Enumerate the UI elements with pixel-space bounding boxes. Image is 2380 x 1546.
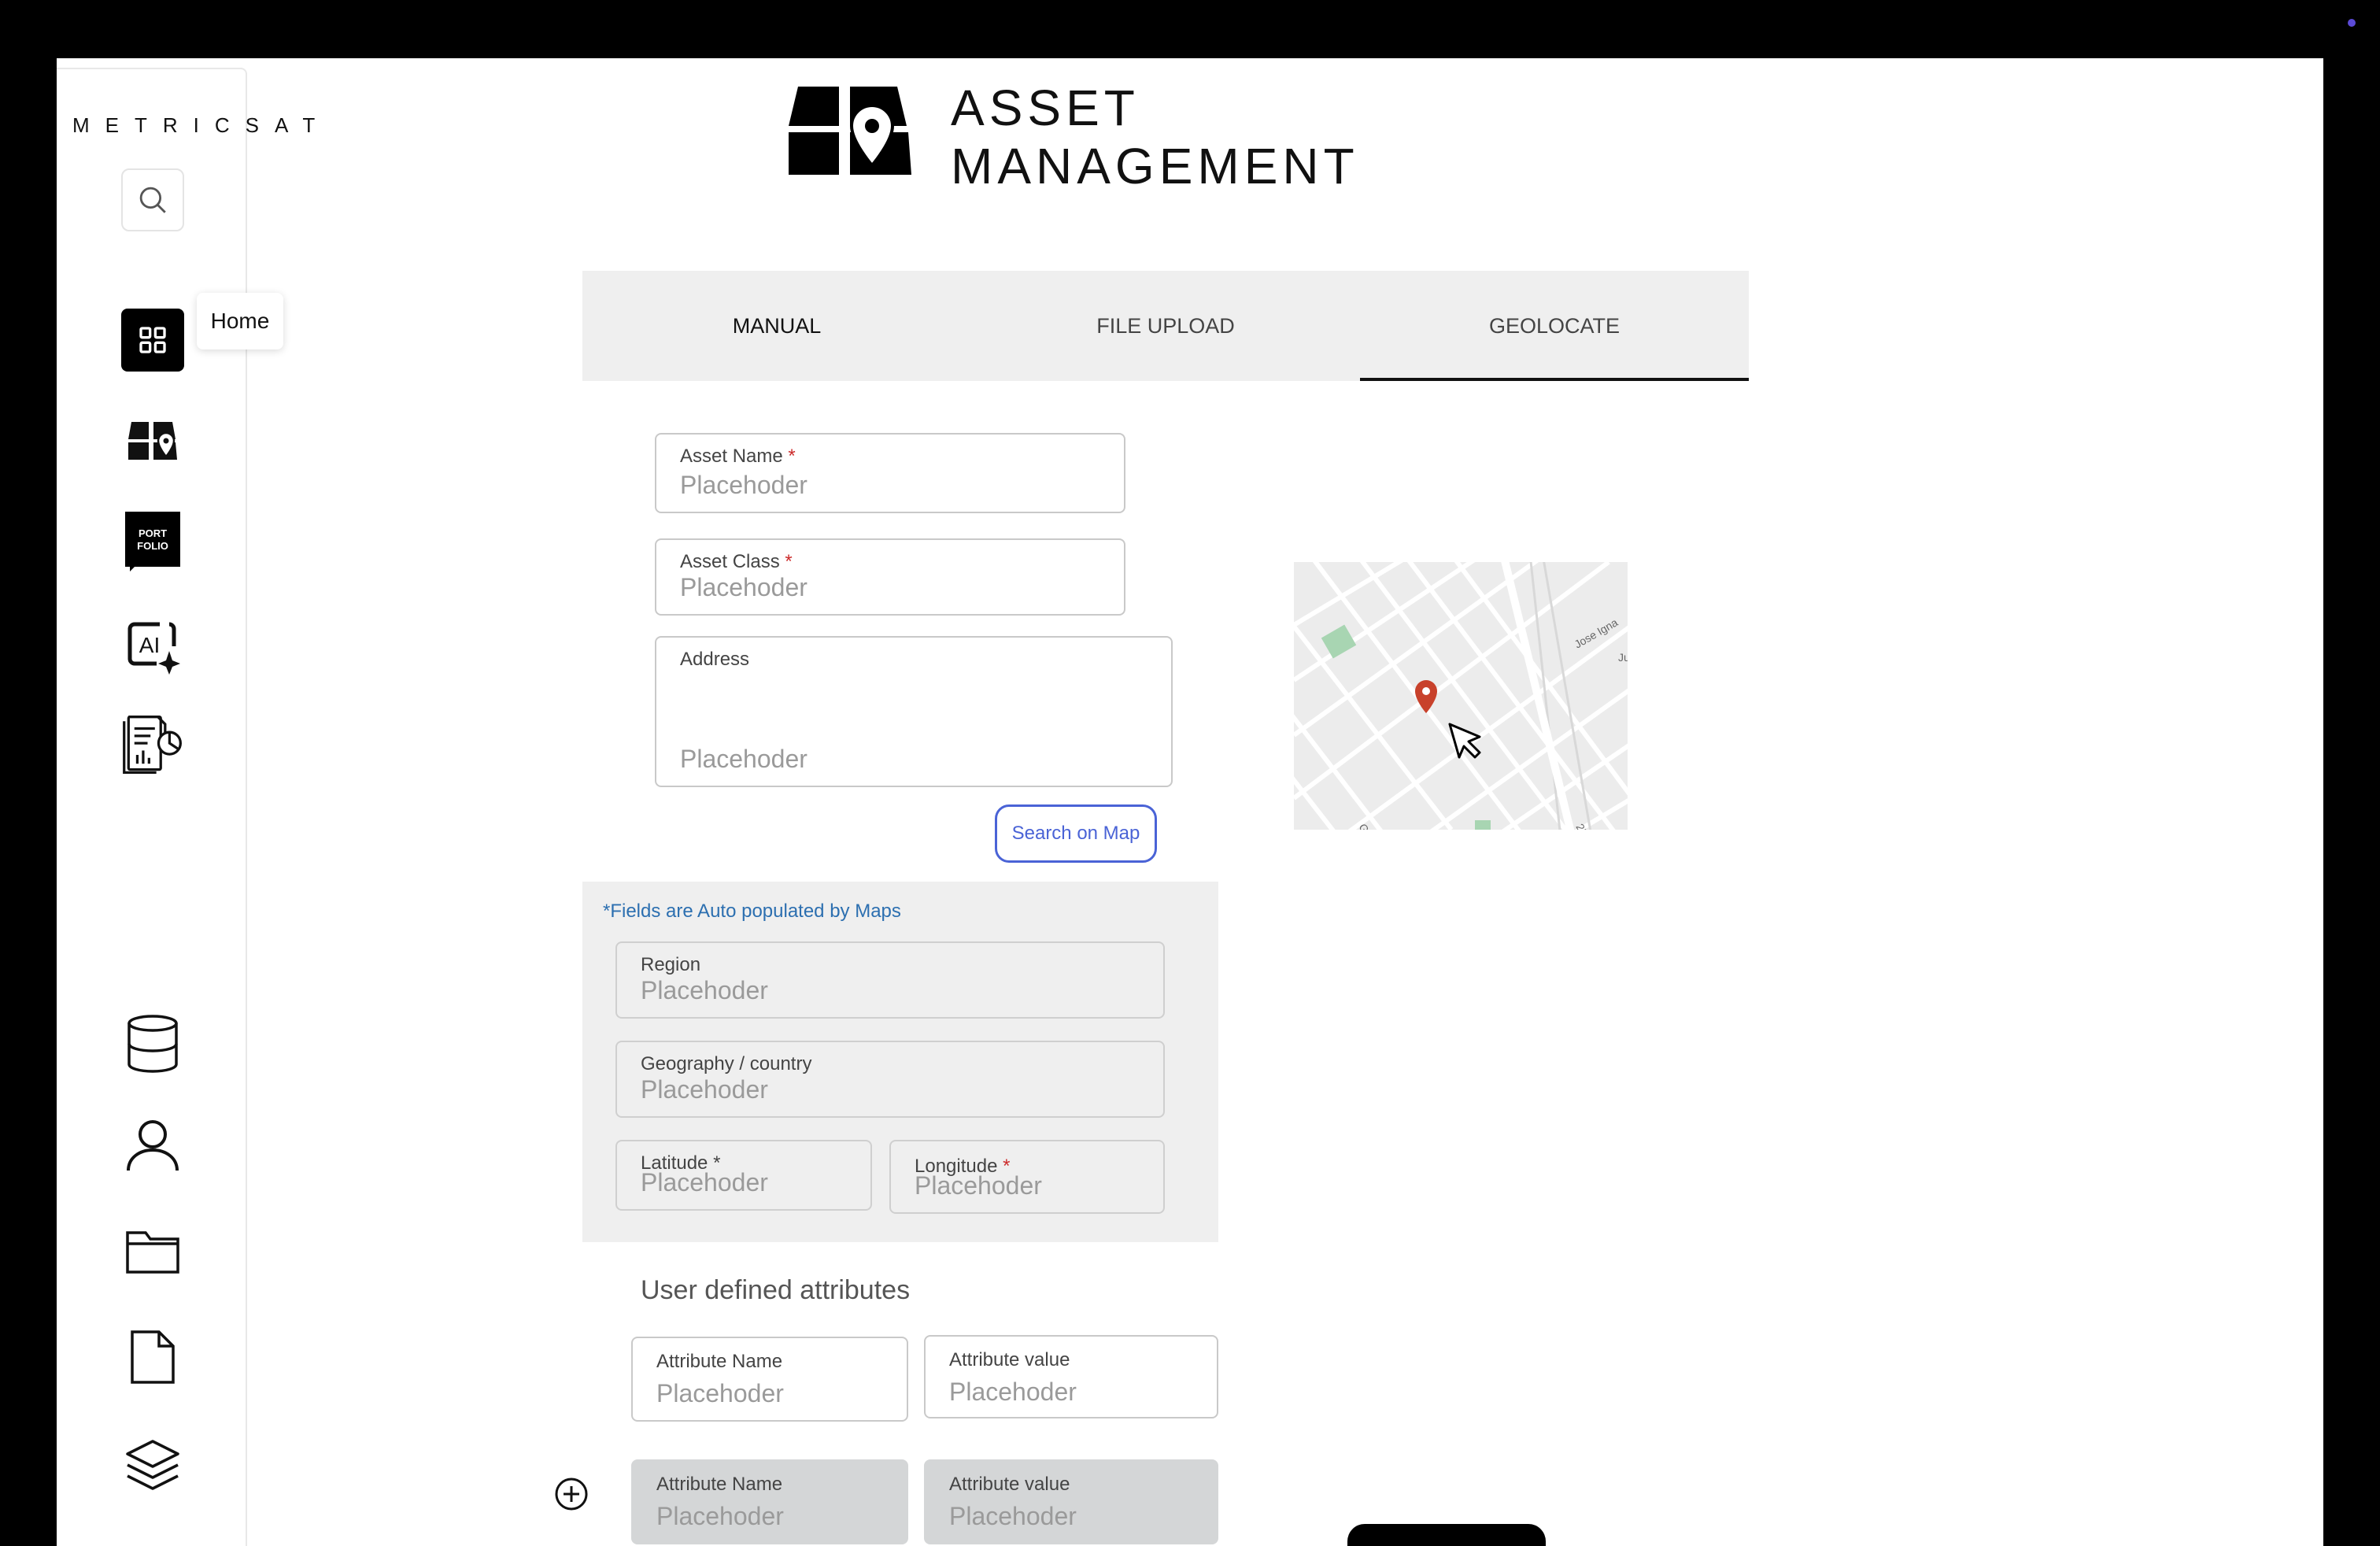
tab-geolocate[interactable]: GEOLOCATE — [1360, 271, 1749, 381]
sidebar-item-documents[interactable] — [121, 1326, 184, 1389]
attribute-value-field[interactable]: Attribute value Placehoder — [924, 1459, 1218, 1544]
sidebar-item-ai[interactable]: AI — [121, 616, 184, 679]
attribute-value-field[interactable]: Attribute value Placehoder — [924, 1335, 1218, 1418]
tab-file-upload[interactable]: FILE UPLOAD — [971, 271, 1360, 381]
attribute-name-placeholder: Placehoder — [656, 1379, 784, 1407]
tab-manual[interactable]: MANUAL — [582, 271, 971, 381]
home-tooltip: Home — [197, 293, 283, 350]
attribute-value-placeholder: Placehoder — [949, 1502, 1077, 1530]
asset-class-field[interactable]: Asset Class * Placehoder — [655, 538, 1125, 616]
tab-bar: MANUAL FILE UPLOAD GEOLOCATE — [582, 271, 1749, 381]
folder-icon — [126, 1231, 179, 1274]
auto-populated-note: *Fields are Auto populated by Maps — [603, 901, 901, 922]
asset-class-label: Asset Class * — [680, 551, 793, 572]
sidebar-item-reports[interactable] — [121, 713, 184, 776]
page-title: ASSET MANAGEMENT — [951, 79, 1359, 195]
longitude-placeholder: Placehoder — [915, 1171, 1042, 1200]
search-button[interactable] — [121, 168, 184, 231]
user-defined-attributes-heading: User defined attributes — [641, 1275, 911, 1305]
asset-map-icon — [789, 87, 911, 175]
layers-icon — [126, 1440, 179, 1490]
sidebar-item-users[interactable] — [121, 1113, 184, 1176]
ai-sparkle-icon: AI — [128, 622, 180, 675]
attribute-name-field[interactable]: Attribute Name Placehoder — [631, 1337, 908, 1422]
grid-icon — [139, 327, 166, 353]
add-attribute-button[interactable] — [554, 1477, 589, 1511]
attribute-name-placeholder: Placehoder — [656, 1502, 784, 1530]
database-icon — [128, 1015, 178, 1073]
address-label: Address — [680, 649, 750, 670]
address-field[interactable]: Address Placehoder — [655, 636, 1173, 787]
asset-class-placeholder: Placehoder — [680, 573, 808, 601]
attribute-value-placeholder: Placehoder — [949, 1378, 1077, 1406]
region-field[interactable]: Region Placehoder — [615, 941, 1165, 1019]
address-placeholder: Placehoder — [680, 745, 808, 773]
user-icon — [127, 1120, 179, 1171]
longitude-field[interactable]: Longitude * Placehoder — [889, 1140, 1165, 1214]
title-line-2: MANAGEMENT — [951, 138, 1359, 194]
svg-text:FOLIO: FOLIO — [137, 540, 168, 552]
geography-placeholder: Placehoder — [641, 1075, 768, 1104]
asset-name-label: Asset Name * — [680, 446, 796, 467]
latitude-field[interactable]: Latitude * Placehoder — [615, 1140, 872, 1211]
attribute-name-field[interactable]: Attribute Name Placehoder — [631, 1459, 908, 1544]
sidebar — [57, 68, 247, 1546]
reports-icon — [123, 716, 182, 774]
attribute-name-label: Attribute Name — [656, 1474, 783, 1495]
plus-circle-icon — [555, 1478, 588, 1511]
geography-label: Geography / country — [641, 1053, 812, 1074]
portfolio-icon: PORT FOLIO — [125, 512, 180, 571]
search-on-map-button[interactable]: Search on Map — [995, 804, 1157, 863]
search-icon — [139, 187, 166, 213]
asset-management-logo — [789, 87, 915, 175]
latitude-placeholder: Placehoder — [641, 1168, 768, 1196]
region-placeholder: Placehoder — [641, 976, 768, 1004]
document-icon — [131, 1330, 175, 1384]
sidebar-item-home[interactable] — [121, 309, 184, 372]
region-label: Region — [641, 954, 701, 975]
sidebar-item-folders[interactable] — [121, 1220, 184, 1283]
map-preview[interactable]: Jose Igna Ju Gre 25 — [1294, 562, 1628, 830]
app-window: METRICSAT Home PORT FOLIO AI ASSET MANAG… — [57, 58, 2323, 1546]
title-line-1: ASSET — [951, 80, 1140, 136]
attribute-name-label: Attribute Name — [656, 1351, 783, 1372]
status-dot — [2348, 19, 2356, 27]
brand-logo: METRICSAT — [72, 113, 331, 137]
svg-text:AI: AI — [139, 633, 160, 657]
asset-name-field[interactable]: Asset Name * Placehoder — [655, 433, 1125, 513]
geography-field[interactable]: Geography / country Placehoder — [615, 1041, 1165, 1118]
map-street-label: Ju — [1618, 651, 1628, 664]
asset-map-icon — [128, 422, 177, 460]
sidebar-item-assets[interactable] — [121, 409, 184, 472]
svg-text:PORT: PORT — [139, 527, 167, 539]
sidebar-item-layers[interactable] — [121, 1434, 184, 1497]
attribute-value-label: Attribute value — [949, 1349, 1070, 1370]
submit-button[interactable] — [1347, 1524, 1546, 1546]
map-streets: Jose Igna Ju Gre 25 — [1294, 562, 1628, 830]
sidebar-item-portfolio[interactable]: PORT FOLIO — [121, 510, 184, 573]
asset-name-placeholder: Placehoder — [680, 471, 808, 499]
attribute-value-label: Attribute value — [949, 1474, 1070, 1495]
sidebar-item-database[interactable] — [121, 1012, 184, 1075]
